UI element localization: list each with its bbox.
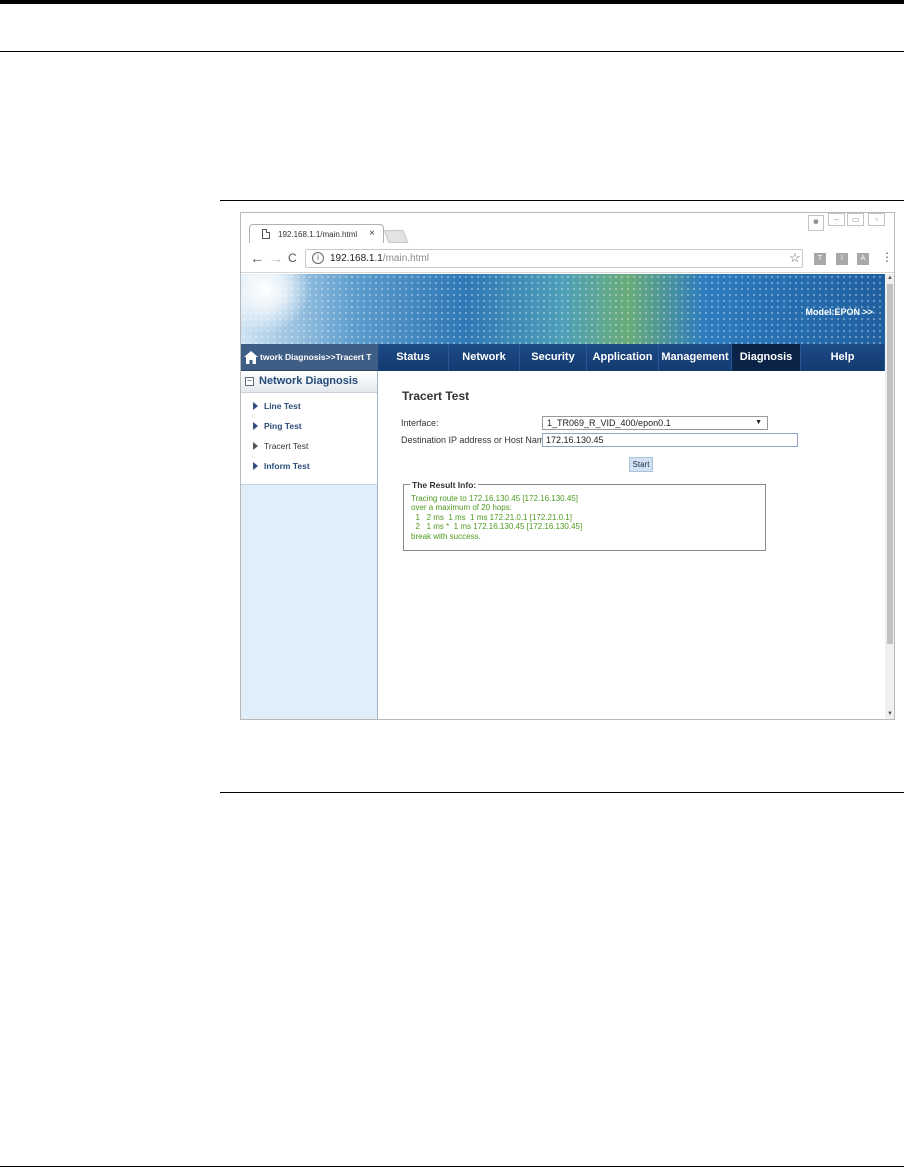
browser-toolbar: ← → C i 192.168.1.1/main.html ☆ T I A ⋮ (241, 243, 894, 273)
nav-help[interactable]: Help (801, 344, 885, 371)
sidebar-item-label: Tracert Test (264, 441, 309, 451)
result-legend: The Result Info: (410, 480, 479, 490)
header-banner: Model:EPON >> (241, 274, 885, 344)
minimize-button[interactable]: – (828, 213, 845, 226)
nav-diagnosis[interactable]: Diagnosis (732, 344, 801, 371)
figure-bottom-rule (220, 792, 904, 793)
sunburst-graphic (241, 274, 311, 334)
dropdown-caret-icon: ▼ (755, 419, 762, 426)
result-lines: Tracing route to 172.16.130.45 [172.16.1… (411, 494, 582, 541)
start-button[interactable]: Start (629, 457, 653, 472)
reload-icon[interactable]: C (288, 251, 297, 265)
sidebar-item-tracert-test[interactable]: Tracert Test (253, 441, 308, 451)
maximize-button[interactable]: ▭ (847, 213, 864, 226)
nav-management[interactable]: Management (659, 344, 732, 371)
scroll-down-icon[interactable]: ▼ (887, 711, 893, 717)
main-content: Tracert Test Interface: 1_TR069_R_VID_40… (378, 371, 885, 719)
browser-window: 192.168.1.1/main.html × ☻ – ▭ ▫ ← → C i … (240, 212, 895, 720)
result-line: over a maximum of 20 hops: (411, 503, 512, 513)
browser-tab[interactable]: 192.168.1.1/main.html × (249, 224, 384, 244)
home-icon[interactable] (244, 351, 258, 364)
result-line: Tracing route to 172.16.130.45 [172.16.1… (411, 494, 578, 503)
sidebar-item-line-test[interactable]: Line Test (253, 401, 301, 411)
bookmark-star-icon[interactable]: ☆ (789, 250, 801, 266)
url-host: 192.168.1.1 (330, 253, 383, 264)
close-window-button[interactable]: ▫ (868, 213, 885, 226)
profile-icon[interactable]: ☻ (808, 215, 824, 231)
result-line: 1 2 ms 1 ms 1 ms 172.21.0.1 [172.21.0.1] (411, 512, 572, 522)
model-label: Model:EPON >> (805, 307, 873, 317)
sidebar-item-label: Inform Test (264, 461, 310, 471)
breadcrumb-text: twork Diagnosis>>Tracert T (260, 352, 372, 362)
page-scrollbar[interactable]: ▲ ▼ (885, 274, 894, 719)
document-footer-rule (0, 1166, 904, 1167)
result-line: break with success. (411, 531, 481, 541)
destination-label: Destination IP address or Host Name: (401, 435, 552, 445)
nav-application[interactable]: Application (587, 344, 659, 371)
extension-icon-1[interactable]: T (814, 253, 826, 265)
tab-close-icon[interactable]: × (369, 228, 375, 239)
nav-status[interactable]: Status (378, 344, 449, 371)
sidebar-item-inform-test[interactable]: Inform Test (253, 461, 310, 471)
sidebar-title: Network Diagnosis (259, 375, 359, 387)
interface-label: Interface: (401, 418, 439, 428)
interface-select[interactable]: 1_TR069_R_VID_400/epon0.1 ▼ (542, 416, 768, 430)
sidebar-item-label: Ping Test (264, 421, 302, 431)
figure-top-rule (220, 200, 904, 201)
result-line: 2 1 ms * 1 ms 172.16.130.45 [172.16.130.… (411, 522, 583, 532)
back-arrow-icon[interactable]: ← (250, 250, 264, 266)
url-path: /main.html (382, 253, 429, 264)
triangle-right-icon (253, 462, 258, 470)
sidebar-item-label: Line Test (264, 401, 301, 411)
tab-strip: 192.168.1.1/main.html × ☻ – ▭ ▫ (241, 213, 894, 244)
sidebar-header[interactable]: − Network Diagnosis (241, 371, 377, 393)
address-bar[interactable]: i 192.168.1.1/main.html (305, 249, 803, 268)
address-url: 192.168.1.1/main.html (330, 253, 429, 264)
new-tab-button[interactable] (383, 230, 409, 243)
scroll-up-icon[interactable]: ▲ (887, 275, 893, 281)
router-web-page: Model:EPON >> twork Diagnosis>>Tracert T… (241, 274, 885, 719)
page-icon (262, 229, 270, 239)
document-header-rule (0, 51, 904, 52)
sidebar-item-ping-test[interactable]: Ping Test (253, 421, 302, 431)
interface-value: 1_TR069_R_VID_400/epon0.1 (547, 418, 671, 428)
extension-icon-3[interactable]: A (857, 253, 869, 265)
extension-icon-2[interactable]: I (836, 253, 848, 265)
main-navigation: Status Network Security Application Manageme… (378, 344, 885, 371)
forward-arrow-icon[interactable]: → (269, 250, 283, 266)
browser-menu-icon[interactable]: ⋮ (881, 250, 893, 264)
nav-security[interactable]: Security (520, 344, 587, 371)
result-info-box: The Result Info: Tracing route to 172.16… (403, 480, 766, 551)
document-top-rule (0, 0, 904, 4)
nav-network[interactable]: Network (449, 344, 520, 371)
triangle-right-icon (253, 402, 258, 410)
triangle-right-icon (253, 442, 258, 450)
collapse-icon[interactable]: − (245, 377, 254, 386)
scrollbar-thumb[interactable] (887, 284, 893, 644)
page-title: Tracert Test (402, 389, 470, 403)
sidebar-menu: Line Test Ping Test Tracert Test Inform Tes… (241, 393, 377, 485)
tab-title: 192.168.1.1/main.html (278, 230, 358, 239)
destination-input[interactable]: 172.16.130.45 (542, 433, 798, 447)
breadcrumb: twork Diagnosis>>Tracert T (241, 344, 378, 371)
sidebar: − Network Diagnosis Line Test Ping Test Tr… (241, 371, 378, 719)
triangle-right-icon (253, 422, 258, 430)
info-icon[interactable]: i (312, 252, 324, 264)
